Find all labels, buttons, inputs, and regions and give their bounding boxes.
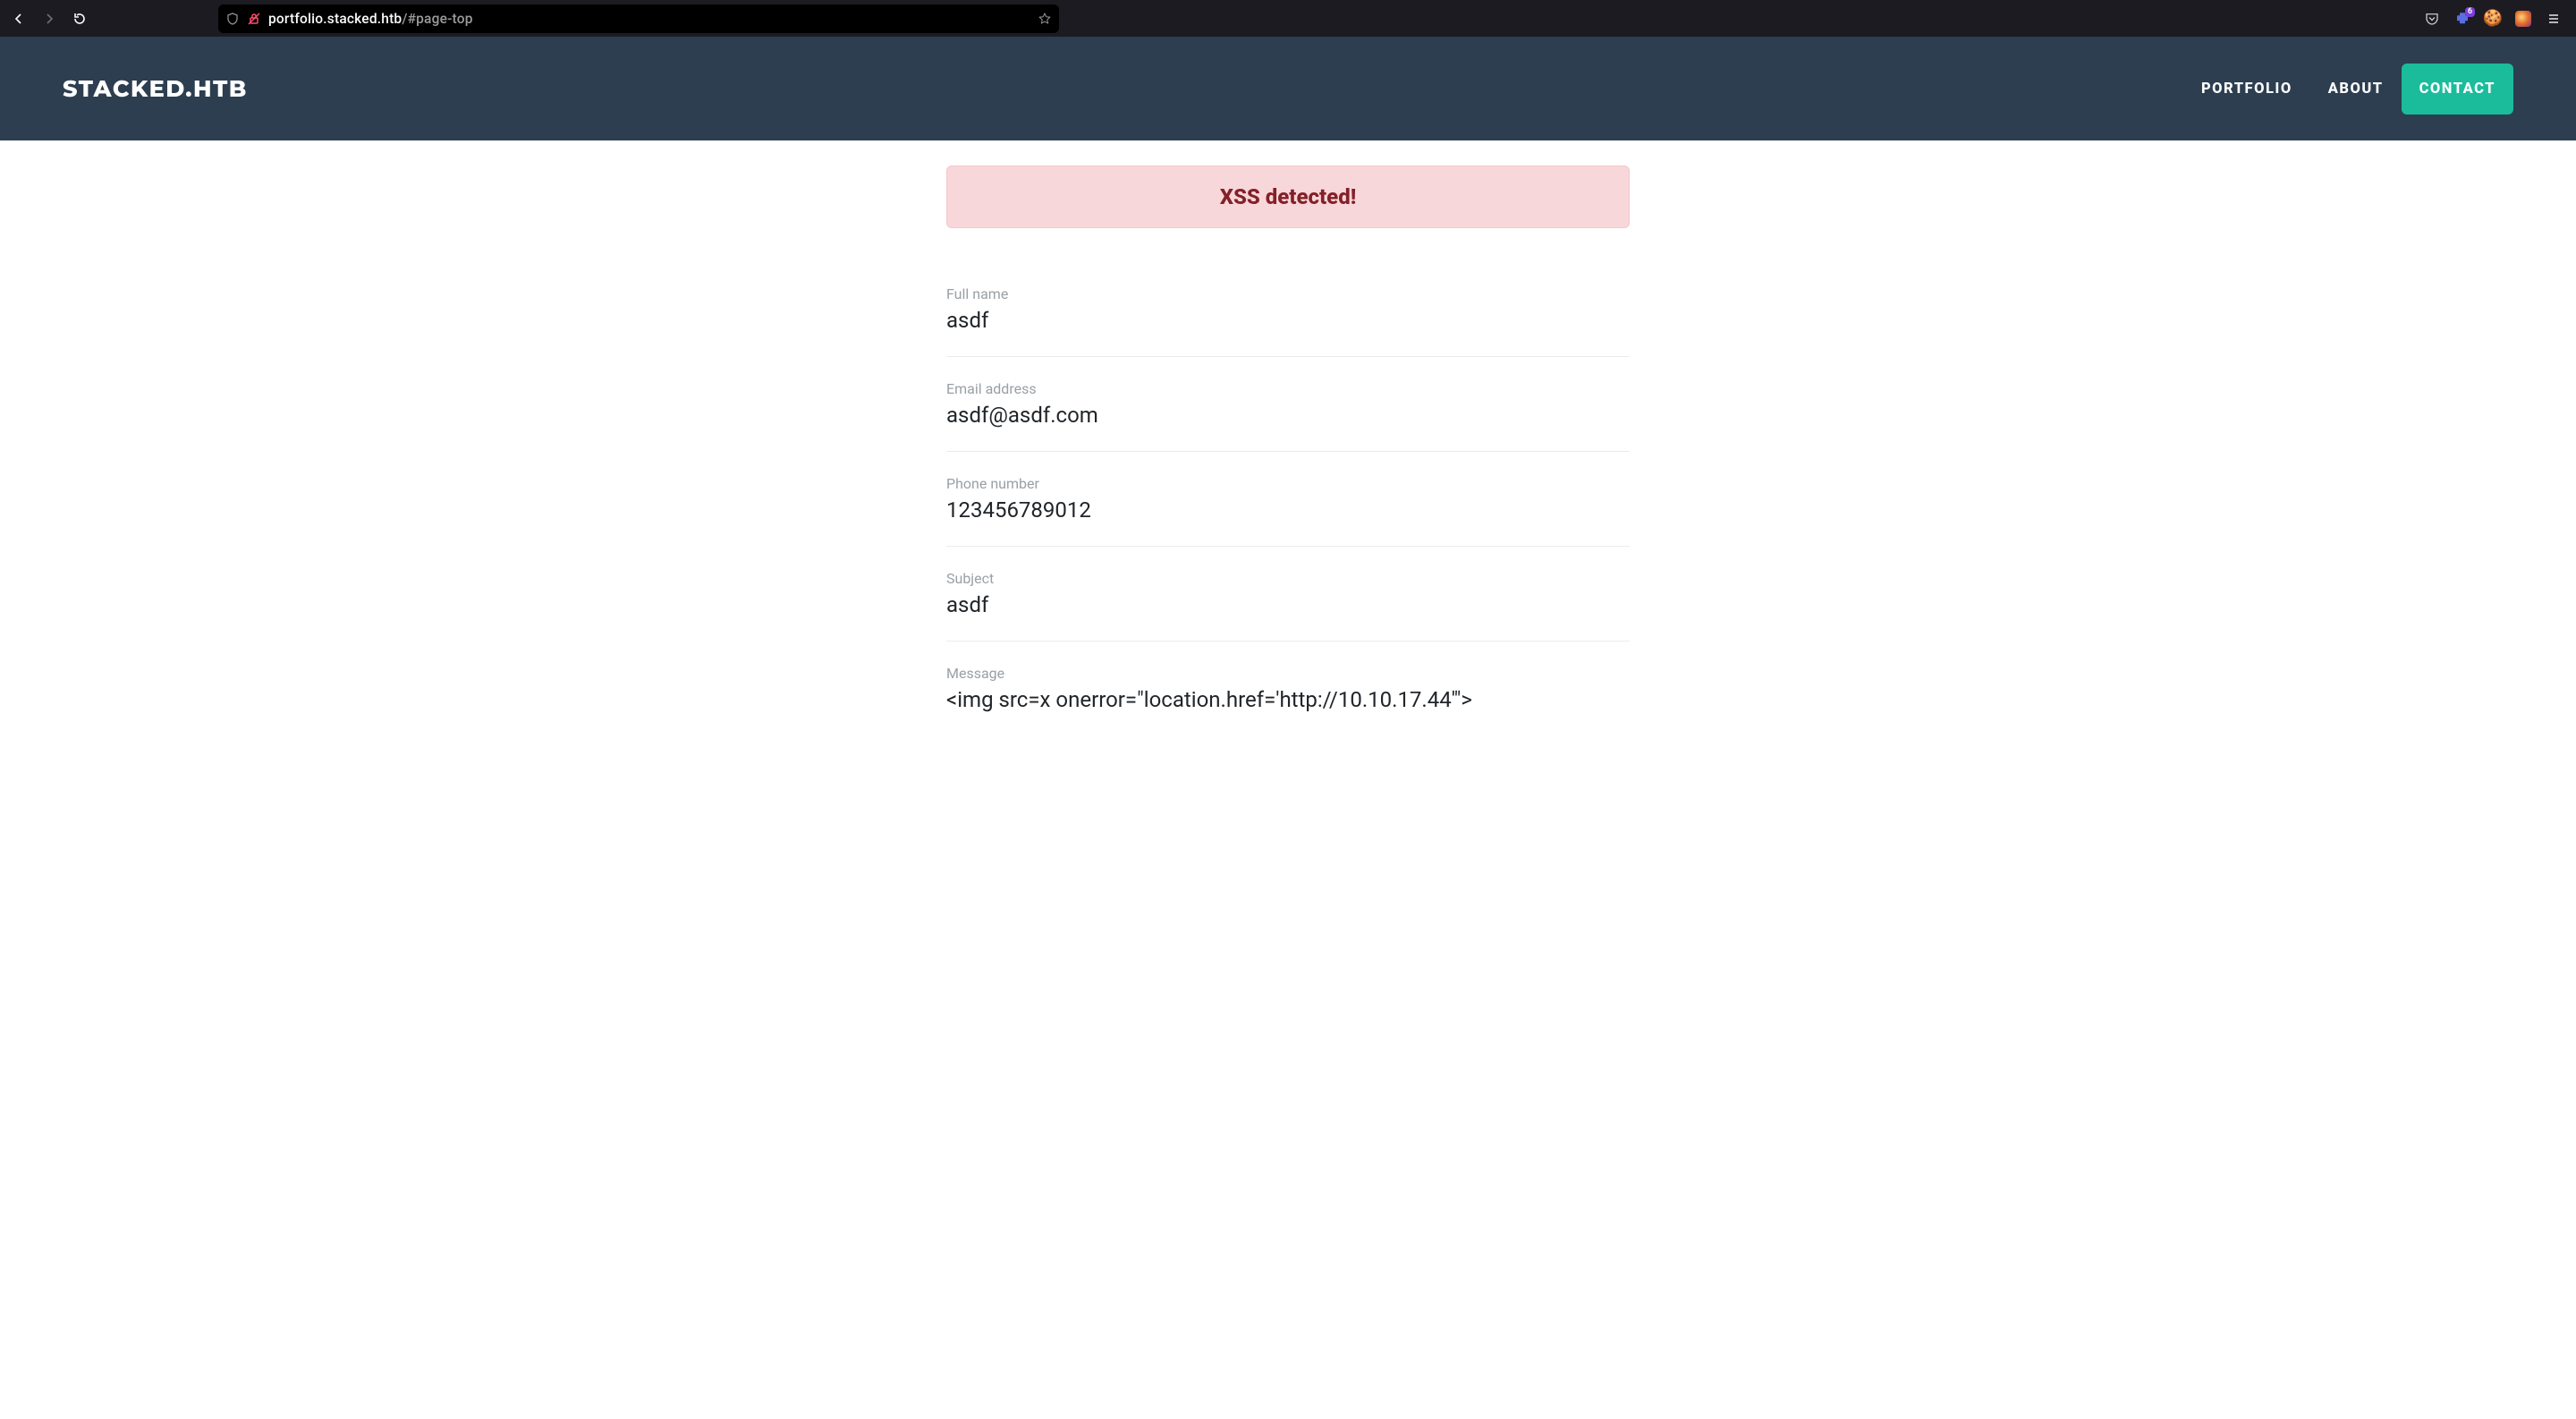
form-group-phone: Phone number [946, 475, 1630, 547]
reload-button[interactable] [66, 5, 93, 32]
fullname-label: Full name [946, 285, 1630, 302]
lock-insecure-icon [247, 12, 261, 26]
back-button[interactable] [5, 5, 32, 32]
extension-button[interactable]: 6 [2449, 5, 2476, 32]
foxy-extension-button[interactable] [2510, 5, 2537, 32]
form-group-fullname: Full name [946, 285, 1630, 357]
url-text: portfolio.stacked.htb/#page-top [268, 11, 1030, 27]
shield-icon [225, 12, 240, 26]
pocket-button[interactable] [2419, 5, 2445, 32]
email-input[interactable] [946, 403, 1630, 428]
message-label: Message [946, 665, 1630, 682]
page-content: XSS detected! Full name Email address Ph… [0, 140, 2576, 1419]
url-host: portfolio.stacked.htb [268, 11, 402, 27]
url-bar[interactable]: portfolio.stacked.htb/#page-top [218, 4, 1059, 33]
alert-banner: XSS detected! [946, 166, 1630, 228]
alert-text: XSS detected! [965, 184, 1611, 209]
message-textarea[interactable] [946, 687, 1630, 716]
nav-about[interactable]: ABOUT [2310, 64, 2402, 115]
cookie-extension-button[interactable]: 🍪 [2479, 5, 2506, 32]
brand-logo[interactable]: STACKED.HTB [63, 75, 248, 103]
app-menu-button[interactable] [2540, 5, 2567, 32]
email-label: Email address [946, 380, 1630, 397]
nav-links: PORTFOLIO ABOUT CONTACT [2183, 64, 2513, 115]
form-group-email: Email address [946, 380, 1630, 452]
extension-badge: 6 [2465, 7, 2475, 17]
form-group-subject: Subject [946, 570, 1630, 642]
forward-button[interactable] [36, 5, 63, 32]
phone-label: Phone number [946, 475, 1630, 492]
phone-input[interactable] [946, 497, 1630, 523]
subject-input[interactable] [946, 592, 1630, 617]
site-header: STACKED.HTB PORTFOLIO ABOUT CONTACT [0, 37, 2576, 140]
form-group-message: Message [946, 665, 1630, 743]
nav-portfolio[interactable]: PORTFOLIO [2183, 64, 2310, 115]
cookie-icon: 🍪 [2483, 9, 2503, 28]
fox-icon [2515, 11, 2531, 27]
browser-chrome: portfolio.stacked.htb/#page-top 6 🍪 [0, 0, 2576, 37]
nav-contact[interactable]: CONTACT [2402, 64, 2513, 115]
bookmark-star-icon[interactable] [1038, 12, 1052, 26]
url-path: /#page-top [402, 11, 472, 27]
subject-label: Subject [946, 570, 1630, 587]
fullname-input[interactable] [946, 308, 1630, 333]
